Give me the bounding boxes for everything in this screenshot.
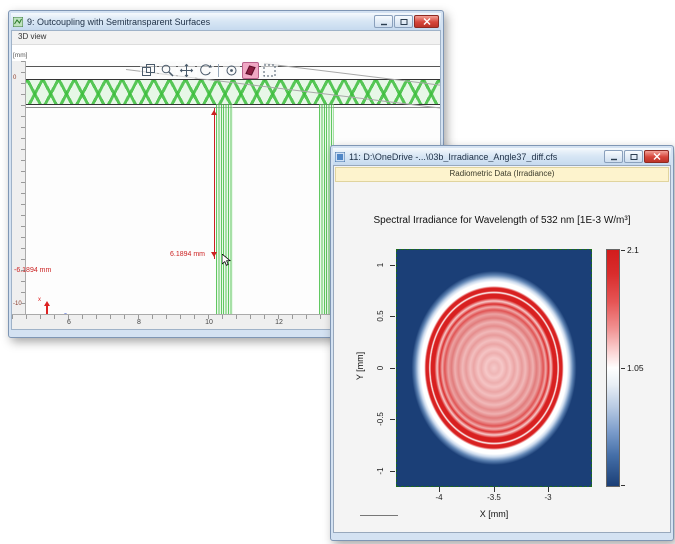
x-tick-label: -4 xyxy=(422,493,456,502)
view-toolbar xyxy=(140,61,278,79)
window-title: 9: Outcoupling with Semitransparent Surf… xyxy=(27,17,370,27)
titlebar-irradiance-window[interactable]: 11: D:\OneDrive -...\03b_Irradiance_Angl… xyxy=(333,148,671,165)
x-tick-label: -3 xyxy=(531,493,565,502)
maximize-button[interactable] xyxy=(624,150,643,163)
toolbar-separator xyxy=(218,64,219,77)
pan-icon[interactable] xyxy=(178,62,195,79)
colorbar-mid-label: 1.05 xyxy=(627,363,644,373)
y-tick-mark xyxy=(390,419,395,420)
measurement-value-left: -6.1894 mm xyxy=(14,267,51,274)
rotate-icon[interactable] xyxy=(197,62,214,79)
view-menu[interactable]: 3D view xyxy=(12,31,440,45)
copy-view-icon[interactable] xyxy=(140,62,157,79)
y-tick-mark xyxy=(390,368,395,369)
coordinate-axes: x z xyxy=(34,297,68,315)
h-ruler-tick: 12 xyxy=(271,319,287,326)
colorbar-max-label: 2.1 xyxy=(627,245,639,255)
y-tick-label: 0 xyxy=(376,358,388,378)
measurement-line xyxy=(214,108,215,259)
colorbar-tick-mark xyxy=(621,250,625,251)
y-tick-mark xyxy=(390,265,395,266)
x-tick-label: -3.5 xyxy=(477,493,511,502)
h-ruler-tick: 8 xyxy=(131,319,147,326)
zoom-icon[interactable] xyxy=(159,62,176,79)
scale-indicator-line xyxy=(360,515,398,516)
plot-area: Y [mm] 1 0.5 0 -0.5 -1 -4 -3 xyxy=(334,239,670,529)
substrate-surface-line xyxy=(26,107,440,108)
fit-view-icon[interactable] xyxy=(223,62,240,79)
h-ruler-tick: 6 xyxy=(61,319,77,326)
measurement-value: 6.1894 mm xyxy=(170,251,205,258)
window-icon xyxy=(335,152,345,162)
v-ruler-tick: -10 xyxy=(13,301,22,307)
select-region-icon[interactable] xyxy=(242,62,259,79)
result-content: Spectral Irradiance for Wavelength of 53… xyxy=(334,199,670,532)
maximize-button[interactable] xyxy=(394,15,413,28)
window-title: 11: D:\OneDrive -...\03b_Irradiance_Angl… xyxy=(349,152,600,162)
window-irradiance: 11: D:\OneDrive -...\03b_Irradiance_Angl… xyxy=(330,145,674,541)
ruler-unit-label: [mm] xyxy=(13,52,27,59)
y-tick-label: 0.5 xyxy=(376,306,388,326)
close-button[interactable] xyxy=(644,150,669,163)
h-ruler-tick: 10 xyxy=(201,319,217,326)
window-icon xyxy=(13,17,23,27)
y-axis-label: Y [mm] xyxy=(355,346,365,386)
marquee-selection-icon[interactable] xyxy=(261,62,278,79)
close-button[interactable] xyxy=(414,15,439,28)
minimize-button[interactable] xyxy=(374,15,393,28)
x-axis-label: X [mm] xyxy=(396,509,592,519)
y-tick-mark xyxy=(390,471,395,472)
axis-x-label: x xyxy=(38,297,41,303)
ray-bundle-left xyxy=(216,104,233,315)
colorbar xyxy=(606,249,620,487)
view-menu-label[interactable]: 3D view xyxy=(18,32,46,41)
y-tick-label: -1 xyxy=(376,461,388,481)
titlebar-ray-window[interactable]: 9: Outcoupling with Semitransparent Surf… xyxy=(11,13,441,30)
colorbar-tick-mark xyxy=(621,368,625,369)
y-tick-mark xyxy=(390,316,395,317)
x-tick-mark xyxy=(494,487,495,492)
x-tick-mark xyxy=(439,487,440,492)
mouse-cursor xyxy=(222,254,232,266)
v-ruler-tick: 0 xyxy=(13,75,16,81)
vertical-ruler: 0 -10 xyxy=(12,61,26,315)
colorbar-tick-mark xyxy=(621,485,625,486)
radiometric-data-banner: Radiometric Data (Irradiance) xyxy=(335,167,669,182)
minimize-button[interactable] xyxy=(604,150,623,163)
x-tick-mark xyxy=(548,487,549,492)
y-tick-label: -0.5 xyxy=(376,409,388,429)
chart-title: Spectral Irradiance for Wavelength of 53… xyxy=(334,215,670,226)
y-tick-label: 1 xyxy=(376,255,388,275)
irradiance-heatmap[interactable] xyxy=(396,249,592,487)
